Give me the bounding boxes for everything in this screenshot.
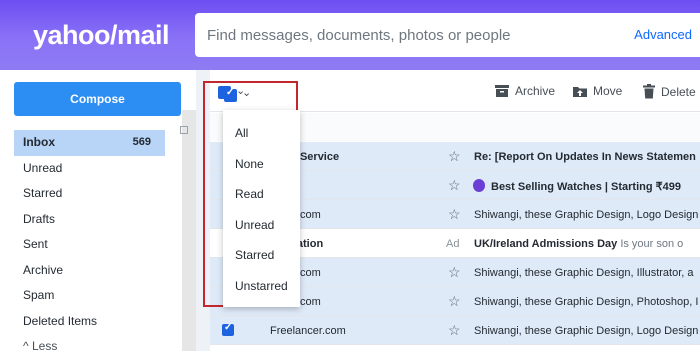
sidebar-item-starred[interactable]: Starred	[14, 181, 165, 207]
message-subject: UK/Ireland Admissions Day Is your son o	[474, 238, 700, 250]
archive-label: Archive	[515, 84, 556, 98]
watch-emoji-icon	[473, 179, 485, 192]
star-icon[interactable]: ☆	[448, 148, 461, 165]
sidebar-item-label: Starred	[23, 186, 63, 200]
less-label: Less	[31, 339, 58, 351]
ad-badge: Ad	[446, 238, 460, 250]
star-icon[interactable]: ☆	[448, 206, 461, 223]
menu-item-unstarred[interactable]: Unstarred	[235, 279, 288, 293]
delete-label: Delete	[661, 84, 696, 99]
sidebar-item-label: Archive	[23, 262, 64, 277]
search-box: Advanced	[195, 13, 700, 57]
message-subject: Shiwangi, these Graphic Design, Logo Des…	[474, 209, 699, 221]
menu-item-none[interactable]: None	[235, 157, 264, 171]
ad-headline: UK/Ireland Admissions Day	[474, 238, 618, 250]
compose-button[interactable]: Compose	[14, 82, 181, 116]
move-button[interactable]: Move	[572, 84, 622, 98]
unread-count-badge: 569	[132, 136, 151, 148]
sidebar-item-label: Sent	[23, 237, 48, 251]
menu-item-all[interactable]: All	[235, 126, 248, 140]
advanced-search-link[interactable]: Advanced	[634, 27, 692, 42]
archive-icon	[495, 85, 509, 97]
message-subject: Shiwangi, these Graphic Design, Illustra…	[474, 267, 694, 279]
table-row[interactable]: Freelancer.com ☆ Shiwangi, these Graphic…	[210, 316, 700, 345]
collapse-sidebar-icon[interactable]	[180, 126, 188, 134]
sidebar-item-unread[interactable]: Unread	[14, 156, 165, 182]
folder-list: Inbox 569 Unread Starred Drafts Sent Arc…	[14, 130, 165, 351]
sidebar-item-deleted-items[interactable]: Deleted Items	[14, 309, 165, 335]
sidebar-item-label: Inbox	[23, 135, 55, 149]
message-subject: Shiwangi, these Graphic Design, Photosho…	[474, 296, 699, 308]
sidebar-item-archive[interactable]: Archive	[14, 258, 165, 284]
message-sender: Freelancer.com	[270, 325, 346, 337]
menu-item-unread[interactable]: Unread	[235, 218, 274, 232]
trash-icon	[643, 84, 655, 99]
message-subject: Best Selling Watches | Starting ₹499	[491, 181, 681, 193]
message-subject: Shiwangi, these Graphic Design, Logo Des…	[474, 325, 699, 337]
star-icon[interactable]: ☆	[448, 293, 461, 310]
menu-item-read[interactable]: Read	[235, 187, 264, 201]
sidebar-item-label: Unread	[23, 160, 63, 175]
sidebar: Compose Inbox 569 Unread Starred Drafts …	[0, 70, 196, 351]
sidebar-item-drafts[interactable]: Drafts	[14, 207, 165, 233]
row-checkbox[interactable]	[222, 322, 234, 336]
menu-item-starred[interactable]: Starred	[235, 248, 274, 262]
select-all-checkbox-open[interactable]	[224, 87, 237, 102]
sidebar-less-toggle[interactable]: ^ Less	[14, 334, 165, 351]
archive-button[interactable]: Archive	[494, 84, 555, 98]
sidebar-scrollbar[interactable]	[182, 110, 196, 351]
sidebar-item-sent[interactable]: Sent	[14, 232, 165, 258]
move-folder-icon	[573, 87, 587, 97]
chevron-up-icon: ^	[23, 339, 32, 351]
select-menu: All None Read Unread Starred Unstarred	[223, 110, 300, 307]
search-input[interactable]	[207, 13, 617, 57]
message-snippet: Is your son o	[620, 238, 684, 250]
app-header: yahoo/mail Advanced	[0, 0, 700, 70]
message-subject: Re: [Report On Updates In News Statemen	[474, 151, 696, 163]
sidebar-item-label: Spam	[23, 288, 55, 302]
move-label: Move	[593, 84, 623, 98]
sidebar-item-label: Deleted Items	[23, 313, 98, 328]
star-icon[interactable]: ☆	[448, 177, 461, 194]
sidebar-item-inbox[interactable]: Inbox 569	[14, 130, 165, 156]
star-icon[interactable]: ☆	[448, 264, 461, 281]
sidebar-item-label: Drafts	[23, 211, 56, 226]
star-icon[interactable]: ☆	[448, 322, 461, 339]
select-dropdown-highlight: ⌄ All None Read Unread Starred Unstarred	[203, 81, 300, 307]
yahoo-mail-logo[interactable]: yahoo/mail	[33, 20, 170, 51]
sidebar-item-spam[interactable]: Spam	[14, 283, 165, 309]
delete-button[interactable]: Delete	[642, 84, 696, 99]
chevron-down-icon[interactable]: ⌄	[242, 86, 251, 99]
